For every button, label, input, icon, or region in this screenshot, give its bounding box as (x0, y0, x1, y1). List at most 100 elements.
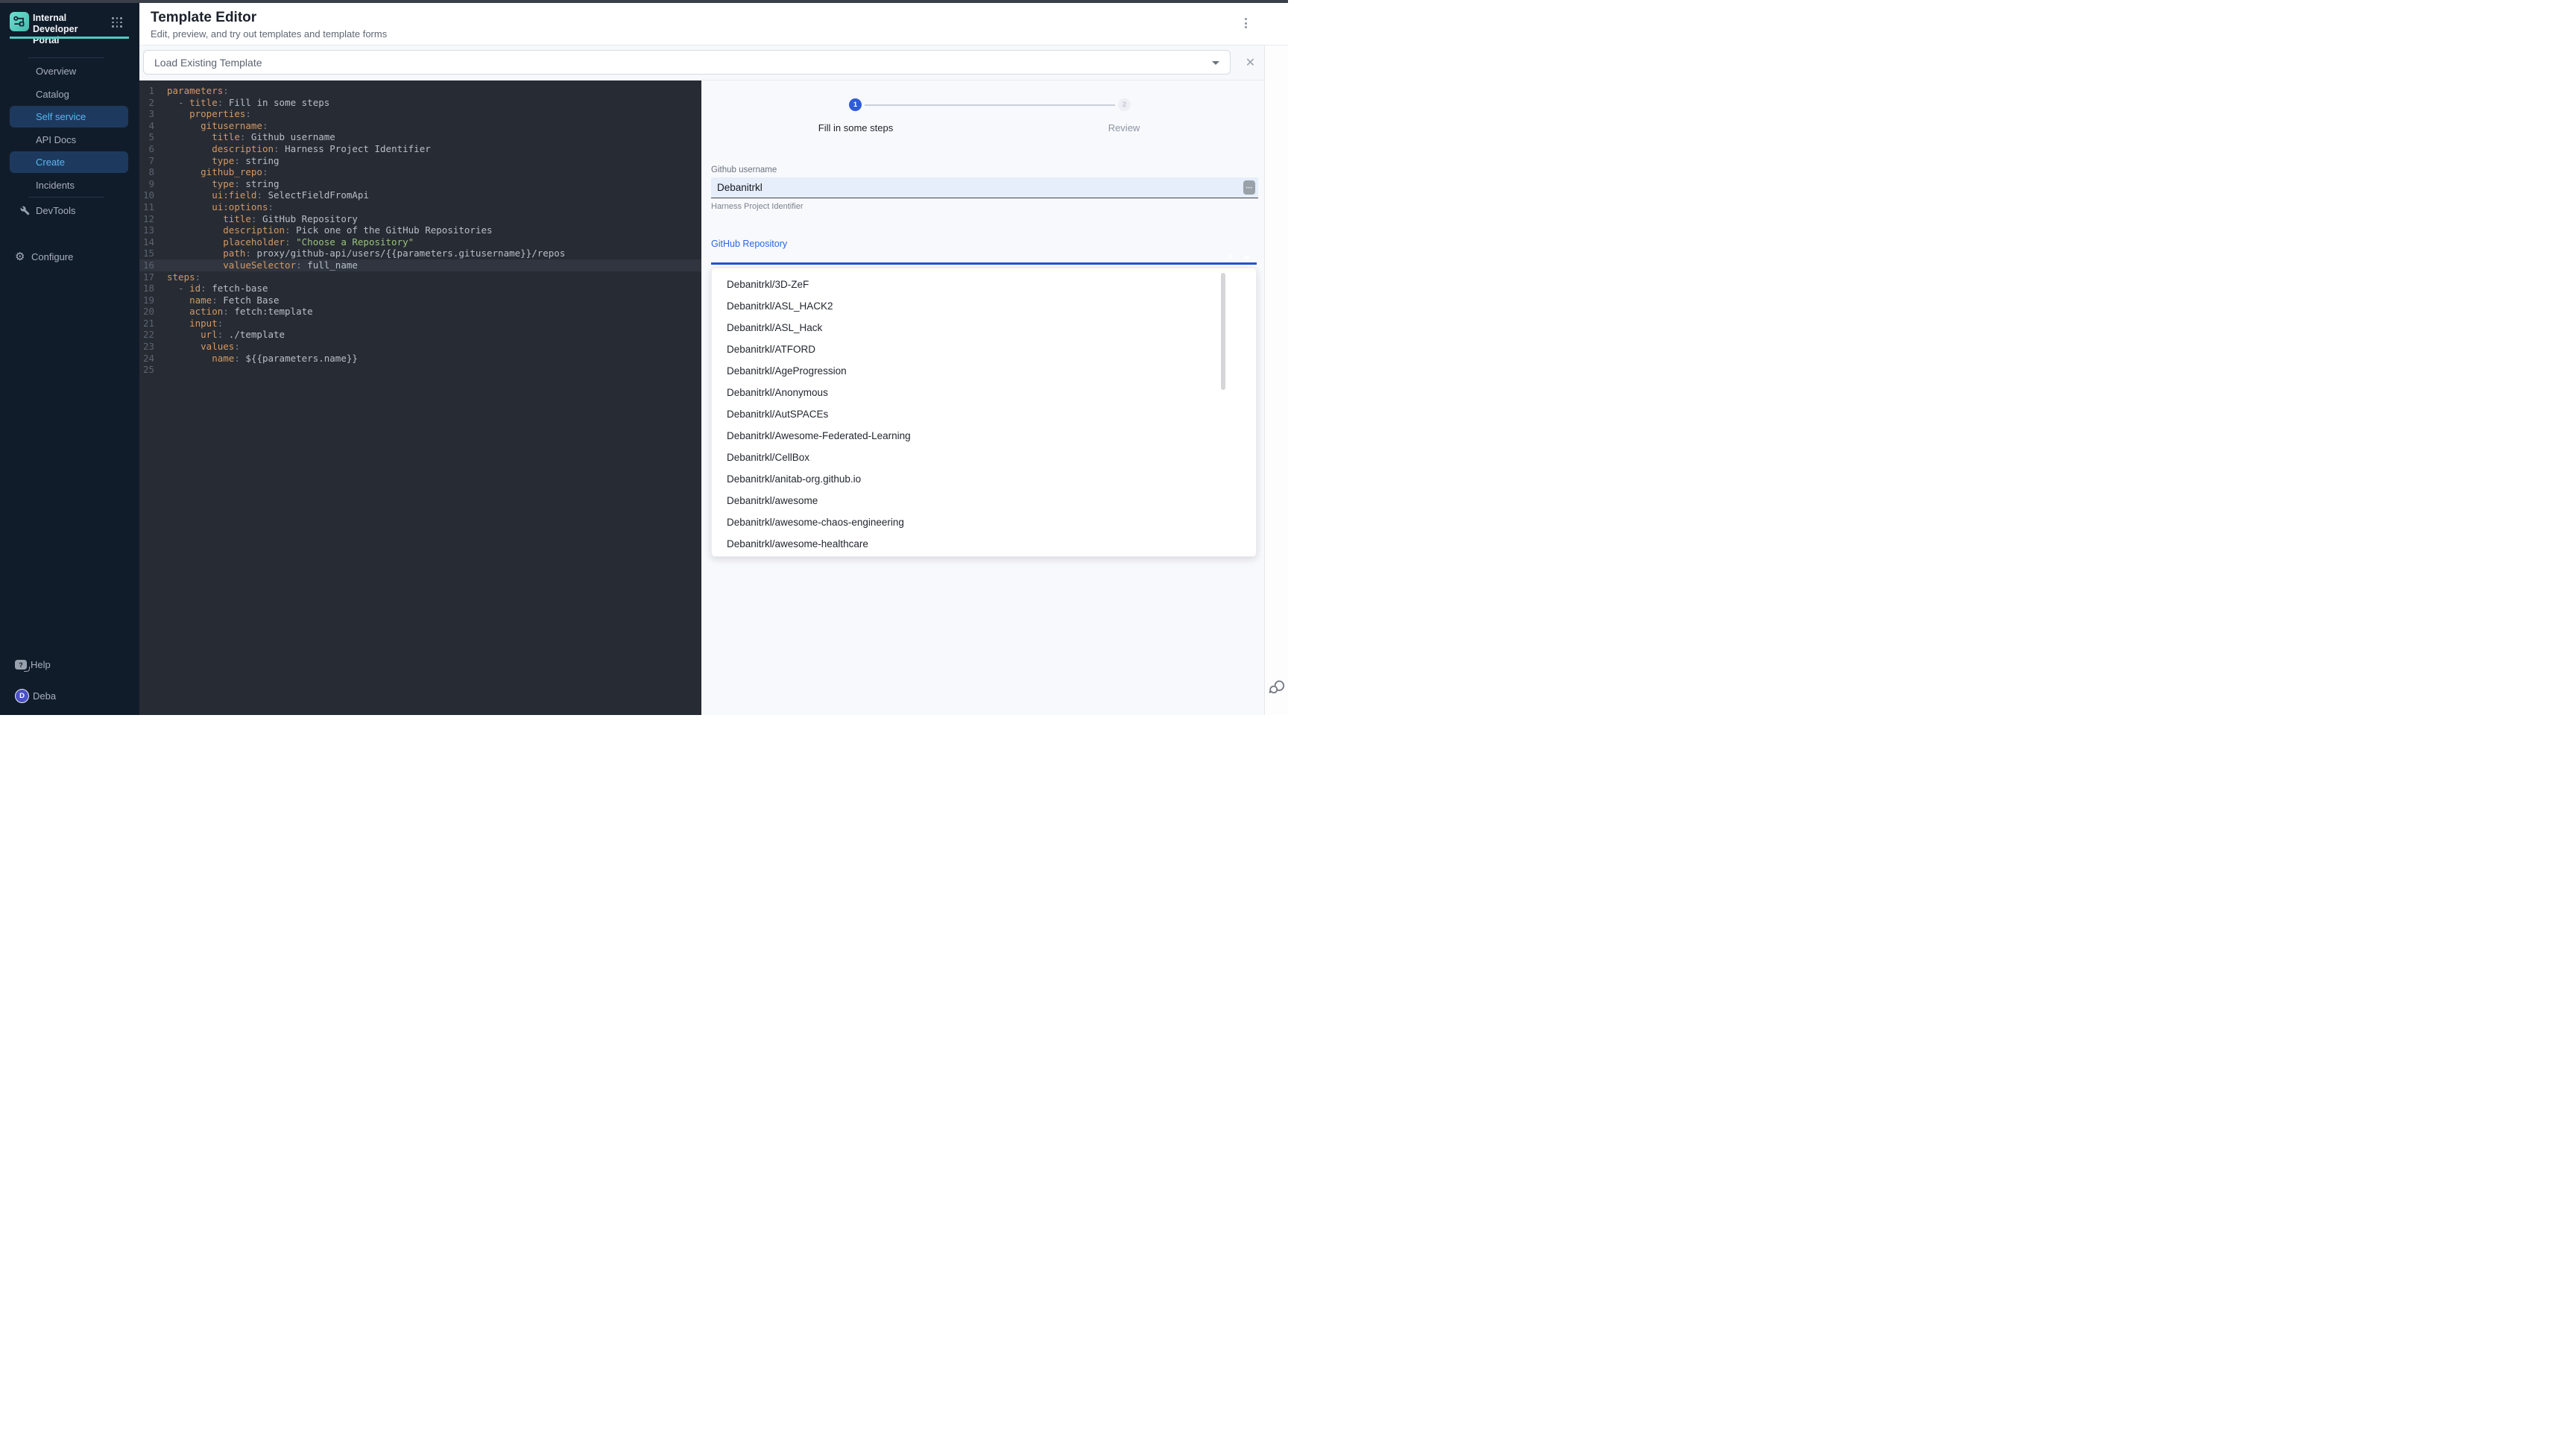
repo-option-label: Debanitrkl/Anonymous (727, 387, 828, 398)
chevron-up-icon[interactable] (1243, 255, 1251, 259)
github-username-input[interactable] (711, 177, 1258, 198)
code-line-content: action: fetch:template (167, 306, 313, 318)
repo-option[interactable]: Debanitrkl/anitab-org.github.io (712, 468, 1256, 490)
yaml-code-editor[interactable]: 1 parameters: 2 - title: Fill in some st… (139, 81, 701, 715)
sidebar-divider-top (28, 57, 104, 58)
sidebar-divider-mid (28, 197, 104, 198)
line-number: 4 (142, 120, 154, 132)
repo-option[interactable]: Debanitrkl/ASL_Hack (712, 317, 1256, 338)
repo-option[interactable]: Debanitrkl/awesome-healthcare (712, 533, 1256, 555)
sidebar-item-label: Self service (36, 111, 86, 122)
stepper-step-2: 2 (1118, 98, 1131, 111)
line-number: 18 (142, 283, 154, 294)
repo-option[interactable]: Debanitrkl/Awesome-Federated-Learning (712, 425, 1256, 447)
line-number: 6 (142, 143, 154, 155)
repo-option[interactable]: Debanitrkl/3D-ZeF (712, 274, 1256, 295)
apps-grid-icon[interactable] (112, 17, 122, 28)
window-top-strip (0, 0, 1288, 3)
code-line-content: valueSelector: full_name (167, 259, 358, 271)
sidebar-item-devtools[interactable]: DevTools (10, 200, 128, 221)
repo-options-dropdown: Debanitrkl/3D-ZeF Debanitrkl/ASL_HACK2 D… (711, 268, 1257, 557)
line-number: 14 (142, 236, 154, 248)
code-line: 18 - id: fetch-base (139, 283, 701, 294)
kebab-menu-icon[interactable] (1240, 15, 1251, 31)
code-line: 13 description: Pick one of the GitHub R… (139, 224, 701, 236)
repo-option[interactable]: Debanitrkl/ASL_HACK2 (712, 295, 1256, 317)
repo-option-label: Debanitrkl/anitab-org.github.io (727, 473, 861, 485)
sidebar-item-label: Help (31, 659, 51, 670)
sidebar-item-label: Create (36, 157, 65, 168)
sidebar-user[interactable]: D Deba (10, 685, 128, 707)
line-number: 1 (142, 85, 154, 97)
code-line: 15 path: proxy/github-api/users/{{parame… (139, 248, 701, 259)
code-line: 2 - title: Fill in some steps (139, 97, 701, 109)
line-number: 8 (142, 166, 154, 178)
code-line-content: steps: (167, 271, 201, 283)
sidebar-item-incidents[interactable]: Incidents (10, 174, 128, 196)
code-line: 21 input: (139, 318, 701, 330)
code-line-content: ui:field: SelectFieldFromApi (167, 189, 369, 201)
code-line: 8 github_repo: (139, 166, 701, 178)
code-line-content: input: (167, 318, 223, 330)
sidebar-item-overview[interactable]: Overview (10, 60, 128, 82)
code-line: 4 gitusername: (139, 120, 701, 132)
code-line-content: - title: Fill in some steps (167, 97, 329, 109)
brand-accent-rule (10, 37, 129, 39)
line-number: 25 (142, 364, 154, 376)
template-toolbar: Load Existing Template ✕ (139, 45, 1288, 81)
load-template-value: Load Existing Template (154, 57, 262, 69)
code-line: 16 valueSelector: full_name (139, 259, 701, 271)
code-line-content: name: Fetch Base (167, 294, 280, 306)
repo-option[interactable]: Debanitrkl/Anonymous (712, 382, 1256, 403)
repo-option[interactable]: Debanitrkl/ATFORD (712, 338, 1256, 360)
line-number: 9 (142, 178, 154, 190)
chevron-down-icon (1212, 61, 1219, 65)
line-number: 16 (142, 259, 154, 271)
code-line: 25 (139, 364, 701, 376)
avatar: D (15, 689, 29, 703)
repo-select-focus-underline (711, 262, 1257, 265)
line-number: 19 (142, 294, 154, 306)
code-line: 20 action: fetch:template (139, 306, 701, 318)
sidebar-item-configure[interactable]: ⚙ Configure (10, 246, 128, 268)
autofill-manager-icon[interactable]: ⋯ (1243, 180, 1255, 195)
code-line: 12 title: GitHub Repository (139, 213, 701, 225)
load-existing-template-select[interactable]: Load Existing Template (143, 50, 1231, 75)
repo-option[interactable]: Debanitrkl/awesome (712, 490, 1256, 511)
chat-bubbles-icon[interactable] (1267, 678, 1287, 701)
sidebar-item-help[interactable]: ? Help (10, 654, 128, 675)
wrench-icon (20, 206, 30, 215)
repo-option[interactable]: Debanitrkl/AutSPACEs (712, 403, 1256, 425)
stepper-label-fill-steps: Fill in some steps (790, 122, 921, 133)
line-number: 15 (142, 248, 154, 259)
code-line-content: description: Pick one of the GitHub Repo… (167, 224, 493, 236)
idp-logo[interactable] (10, 12, 29, 31)
sidebar-item-create[interactable]: Create (10, 151, 128, 173)
repo-option[interactable]: Debanitrkl/AgeProgression (712, 360, 1256, 382)
sidebar-item-api-docs[interactable]: API Docs (10, 129, 128, 151)
line-number: 7 (142, 155, 154, 167)
app-title: Internal Developer Portal (33, 13, 110, 46)
app-title-line1: Internal Developer (33, 13, 110, 35)
line-number: 24 (142, 353, 154, 365)
code-line: 19 name: Fetch Base (139, 294, 701, 306)
github-repository-label: GitHub Repository (711, 239, 787, 249)
code-line-content: url: ./template (167, 329, 285, 341)
code-line: 14 placeholder: "Choose a Repository" (139, 236, 701, 248)
page-header: Template Editor Edit, preview, and try o… (139, 3, 1288, 45)
repo-option[interactable]: Debanitrkl/CellBox (712, 447, 1256, 468)
repo-option-label: Debanitrkl/awesome (727, 495, 818, 506)
template-editor-screen: Internal Developer Portal Overview Catal… (0, 0, 1288, 715)
repo-option[interactable]: Debanitrkl/awesome-chaos-engineering (712, 511, 1256, 533)
code-line-content: values: (167, 341, 240, 353)
help-chat-icon: ? (15, 660, 27, 670)
sidebar-item-self-service[interactable]: Self service (10, 106, 128, 127)
avatar-initial: D (19, 692, 25, 700)
line-number: 22 (142, 329, 154, 341)
code-line: 9 type: string (139, 178, 701, 190)
dropdown-scrollbar-thumb[interactable] (1221, 273, 1225, 390)
close-icon[interactable]: ✕ (1238, 50, 1263, 75)
sidebar-item-catalog[interactable]: Catalog (10, 84, 128, 105)
code-line-content: type: string (167, 155, 280, 167)
code-line-content: name: ${{parameters.name}} (167, 353, 358, 365)
